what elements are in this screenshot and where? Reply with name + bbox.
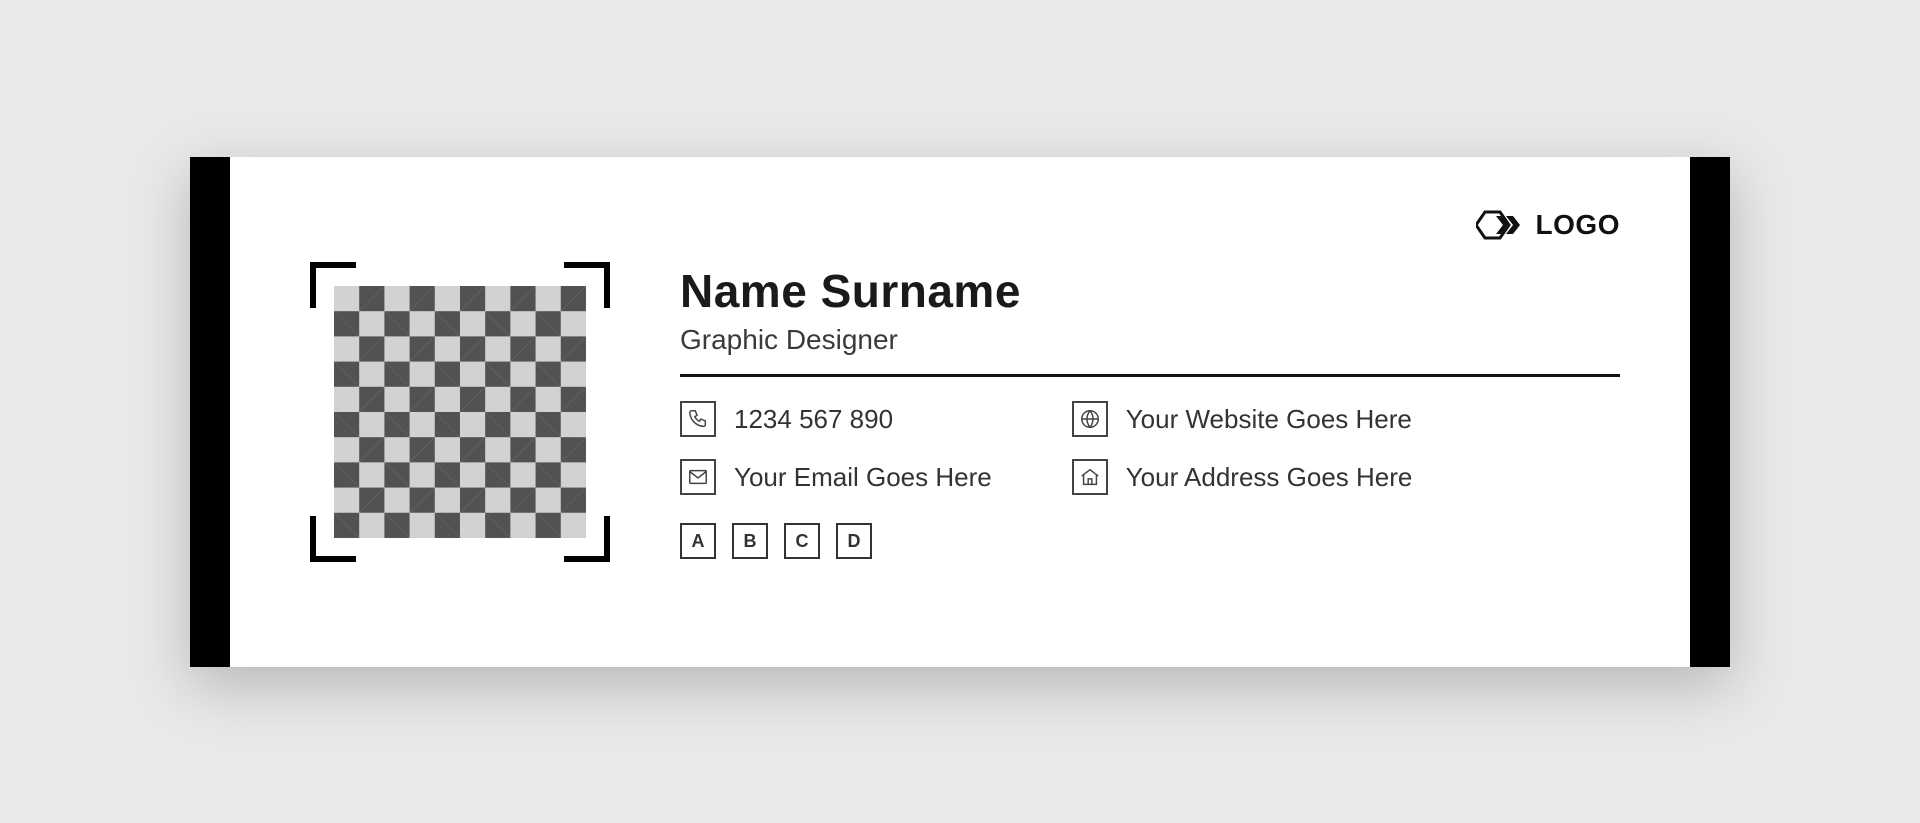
- contact-column-left: 1234 567 890 Your Email Goes Here: [680, 401, 992, 495]
- website-row: Your Website Goes Here: [1072, 401, 1413, 437]
- frame-corner: [310, 262, 356, 308]
- contact-details: 1234 567 890 Your Email Goes Here: [680, 401, 1620, 495]
- email-icon: [680, 459, 716, 495]
- frame-corner: [310, 516, 356, 562]
- info-block: Name Surname Graphic Designer 1234 567 8…: [680, 264, 1620, 559]
- accent-bar-left: [190, 157, 230, 667]
- job-title: Graphic Designer: [680, 324, 1620, 356]
- social-icon-d[interactable]: D: [836, 523, 872, 559]
- social-icons-row: A B C D: [680, 523, 1620, 559]
- address-value: Your Address Goes Here: [1126, 462, 1413, 493]
- logo-block: LOGO: [1476, 209, 1620, 241]
- email-value: Your Email Goes Here: [734, 462, 992, 493]
- logo-mark-icon: [1476, 209, 1522, 241]
- photo-placeholder: [310, 262, 610, 562]
- phone-value: 1234 567 890: [734, 404, 893, 435]
- email-row: Your Email Goes Here: [680, 459, 992, 495]
- social-icon-b[interactable]: B: [732, 523, 768, 559]
- signature-card: Name Surname Graphic Designer 1234 567 8…: [190, 157, 1730, 667]
- phone-icon: [680, 401, 716, 437]
- contact-column-right: Your Website Goes Here Your Address Goes…: [1072, 401, 1413, 495]
- checker-pattern: [334, 286, 586, 538]
- website-value: Your Website Goes Here: [1126, 404, 1412, 435]
- globe-icon: [1072, 401, 1108, 437]
- home-icon: [1072, 459, 1108, 495]
- logo-text: LOGO: [1536, 209, 1620, 241]
- accent-bar-right: [1690, 157, 1730, 667]
- frame-corner: [564, 516, 610, 562]
- content-area: Name Surname Graphic Designer 1234 567 8…: [230, 157, 1690, 667]
- social-icon-c[interactable]: C: [784, 523, 820, 559]
- social-icon-a[interactable]: A: [680, 523, 716, 559]
- phone-row: 1234 567 890: [680, 401, 992, 437]
- divider-line: [680, 374, 1620, 377]
- person-name: Name Surname: [680, 264, 1620, 318]
- address-row: Your Address Goes Here: [1072, 459, 1413, 495]
- frame-corner: [564, 262, 610, 308]
